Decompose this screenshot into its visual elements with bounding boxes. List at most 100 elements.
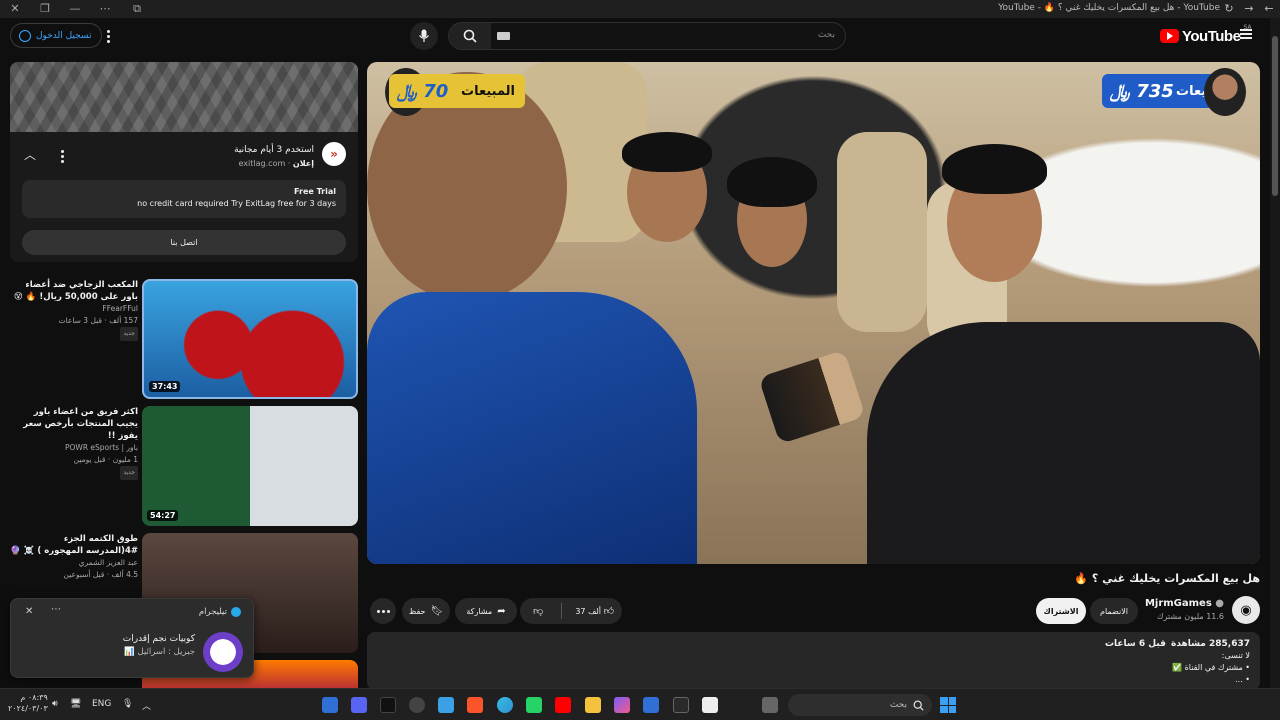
settings-menu-icon[interactable] xyxy=(100,26,116,46)
like-button[interactable]: 37 ألف 👍︎ xyxy=(567,605,622,617)
share-label: مشاركة xyxy=(466,606,493,616)
windows-start-icon[interactable] xyxy=(940,697,956,713)
chevron-up-icon[interactable]: ︿ xyxy=(142,699,151,712)
page-scrollbar[interactable] xyxy=(1270,18,1280,688)
taskbar-search[interactable]: بحث xyxy=(788,694,932,716)
channel-avatar[interactable]: ◉ xyxy=(1232,596,1260,624)
telegram-notification[interactable]: تيليجرام ✕ ⋯ كوبيات نجم إقدرات جبريل : ا… xyxy=(10,598,254,678)
epic-games-icon[interactable] xyxy=(673,697,689,713)
sign-in-button[interactable]: تسجيل الدخول xyxy=(10,23,103,48)
extensions-icon[interactable]: ⧉ xyxy=(130,2,144,16)
ad-header[interactable]: استخدم 3 أيام مجانية إعلان · exitlag.com xyxy=(234,144,314,170)
currency-symbol: ﷼ xyxy=(397,80,417,102)
view-count: 285,637 مشاهدة xyxy=(1171,639,1250,649)
forward-icon[interactable]: → xyxy=(1242,2,1256,16)
video-thumbnail[interactable]: 54:27 xyxy=(142,406,358,526)
view-count: 1 مليون xyxy=(112,455,138,464)
channel-name: MjrmGames xyxy=(1144,598,1212,609)
more-options-icon[interactable]: ⋯ xyxy=(98,2,112,16)
ad-cta-button[interactable]: اتصل بنا xyxy=(22,230,346,255)
ad-menu-icon[interactable] xyxy=(54,146,70,166)
upload-age: قبل 6 ساعات xyxy=(1104,639,1166,649)
more-actions-button[interactable] xyxy=(370,598,396,624)
close-icon[interactable]: ✕ xyxy=(25,606,33,617)
video-title: طوق الكتمه الجزء #4(المدرسه المهجوره ) ☠… xyxy=(10,534,138,556)
ad-domain: exitlag.com xyxy=(238,159,286,168)
taskbar-clock[interactable]: ٠٨:٣٩ م ٢٠٢٤/٠٣/٠٣ xyxy=(8,692,48,714)
ad-trial-title: Free Trial xyxy=(294,187,336,196)
dislike-button[interactable]: 👎︎ xyxy=(520,605,556,617)
thumbs-up-icon: 👍︎ xyxy=(603,606,615,617)
exitlag-logo[interactable]: » xyxy=(322,142,346,166)
clock-date: ٢٠٢٤/٠٣/٠٣ xyxy=(8,704,48,713)
thumbs-down-icon: 👎︎ xyxy=(533,606,544,617)
close-window-icon[interactable]: ✕ xyxy=(8,2,22,16)
video-title: هل بيع المكسرات يخليك غني ؟ 🔥 xyxy=(1074,572,1260,585)
related-video[interactable]: 37:43 المكعب الزجاجي ضد أعضاء باور على 5… xyxy=(10,279,358,401)
voice-search-button[interactable] xyxy=(410,22,438,50)
search-icon xyxy=(913,700,924,711)
file-explorer-icon[interactable] xyxy=(585,697,601,713)
search-box[interactable]: بحث xyxy=(448,22,846,50)
related-video[interactable]: 54:27 اكثر فريق من اعضاء باور يجيب المنت… xyxy=(10,406,358,528)
video-meta[interactable]: طوق الكتمه الجزء #4(المدرسه المهجوره ) ☠… xyxy=(10,533,138,581)
subscribe-button[interactable]: الاشتراك xyxy=(1036,598,1086,624)
screen-icon[interactable] xyxy=(438,697,454,713)
copilot-icon[interactable] xyxy=(614,697,630,713)
share-button[interactable]: مشاركة ➦ xyxy=(455,598,517,624)
notification-subtitle: جبريل : اسرائيل 📊 xyxy=(124,647,195,657)
youtube-play-icon xyxy=(1160,29,1179,43)
search-button[interactable] xyxy=(449,23,491,49)
ad-sponsor-label: إعلان xyxy=(292,159,314,168)
youtube-app-icon[interactable] xyxy=(555,697,571,713)
bookmark-icon: 🔖︎ xyxy=(430,605,444,617)
search-input[interactable]: بحث xyxy=(818,30,835,40)
browser-title-bar: ✕ ❐ — ⋯ ⧉ YouTube - هل بيع المكسرات يخلي… xyxy=(0,0,1280,18)
tiktok-icon[interactable] xyxy=(380,697,396,713)
facebook-icon[interactable] xyxy=(322,697,338,713)
network-icon[interactable]: 🖥︎ xyxy=(70,699,81,709)
ad-description: Free Trial no credit card required Try E… xyxy=(22,180,346,218)
view-count: 157 ألف xyxy=(109,316,138,325)
more-icon[interactable]: ⋯ xyxy=(51,604,61,615)
save-label: حفظ xyxy=(408,606,426,616)
save-button[interactable]: حفظ 🔖︎ xyxy=(402,598,450,624)
video-meta[interactable]: المكعب الزجاجي ضد أعضاء باور على 50,000 … xyxy=(10,279,138,341)
sign-in-label: تسجيل الدخول xyxy=(36,30,92,41)
back-icon[interactable]: ← xyxy=(1262,2,1276,16)
youtube-logo[interactable]: YouTube SA xyxy=(1160,24,1251,46)
mic-icon[interactable]: 🎙︎ xyxy=(122,699,133,709)
join-button[interactable]: الانضمام xyxy=(1090,598,1138,624)
obs-icon[interactable] xyxy=(409,697,425,713)
video-meta[interactable]: اكثر فريق من اعضاء باور يجيب المنتجات بأ… xyxy=(10,406,138,480)
scrollbar-thumb[interactable] xyxy=(1272,36,1278,196)
ad-card: » استخدم 3 أيام مجانية إعلان · exitlag.c… xyxy=(10,62,358,262)
channel-info[interactable]: ● MjrmGames 11.6 مليون مشترك xyxy=(1145,597,1224,623)
discord-icon[interactable] xyxy=(351,697,367,713)
minimize-window-icon[interactable]: — xyxy=(68,2,82,16)
hamburger-menu-icon[interactable] xyxy=(1240,29,1252,39)
video-frame xyxy=(367,62,1260,564)
collapse-icon[interactable]: ︿ xyxy=(24,146,38,162)
restore-window-icon[interactable]: ❐ xyxy=(38,2,52,16)
language-indicator[interactable]: ENG xyxy=(92,699,111,709)
video-player[interactable]: المبيعات 70 ﷼ المبيعات 735 ﷼ xyxy=(367,62,1260,564)
ad-banner[interactable] xyxy=(10,62,358,132)
video-age: قبل أسبوعين xyxy=(63,570,105,579)
verified-icon: ● xyxy=(1215,598,1224,609)
video-thumbnail[interactable]: 37:43 xyxy=(142,279,358,399)
share-icon: ➦ xyxy=(497,605,506,617)
telegram-icon xyxy=(231,607,241,617)
keyboard-icon[interactable] xyxy=(497,32,510,40)
description-box[interactable]: 285,637 مشاهدة قبل 6 ساعات لا تنسى: • مش… xyxy=(367,632,1260,690)
whatsapp-icon[interactable] xyxy=(526,697,542,713)
capcut-icon[interactable] xyxy=(702,697,718,713)
reload-icon[interactable]: ↻ xyxy=(1222,2,1236,16)
edge-icon[interactable] xyxy=(497,697,513,713)
task-view-icon[interactable] xyxy=(762,697,778,713)
volume-icon[interactable]: 🔊︎ xyxy=(52,699,58,709)
video-title: المكعب الزجاجي ضد أعضاء باور على 50,000 … xyxy=(13,280,138,302)
new-badge: جديد xyxy=(120,327,138,341)
store-icon[interactable] xyxy=(643,697,659,713)
brave-icon[interactable] xyxy=(467,697,483,713)
